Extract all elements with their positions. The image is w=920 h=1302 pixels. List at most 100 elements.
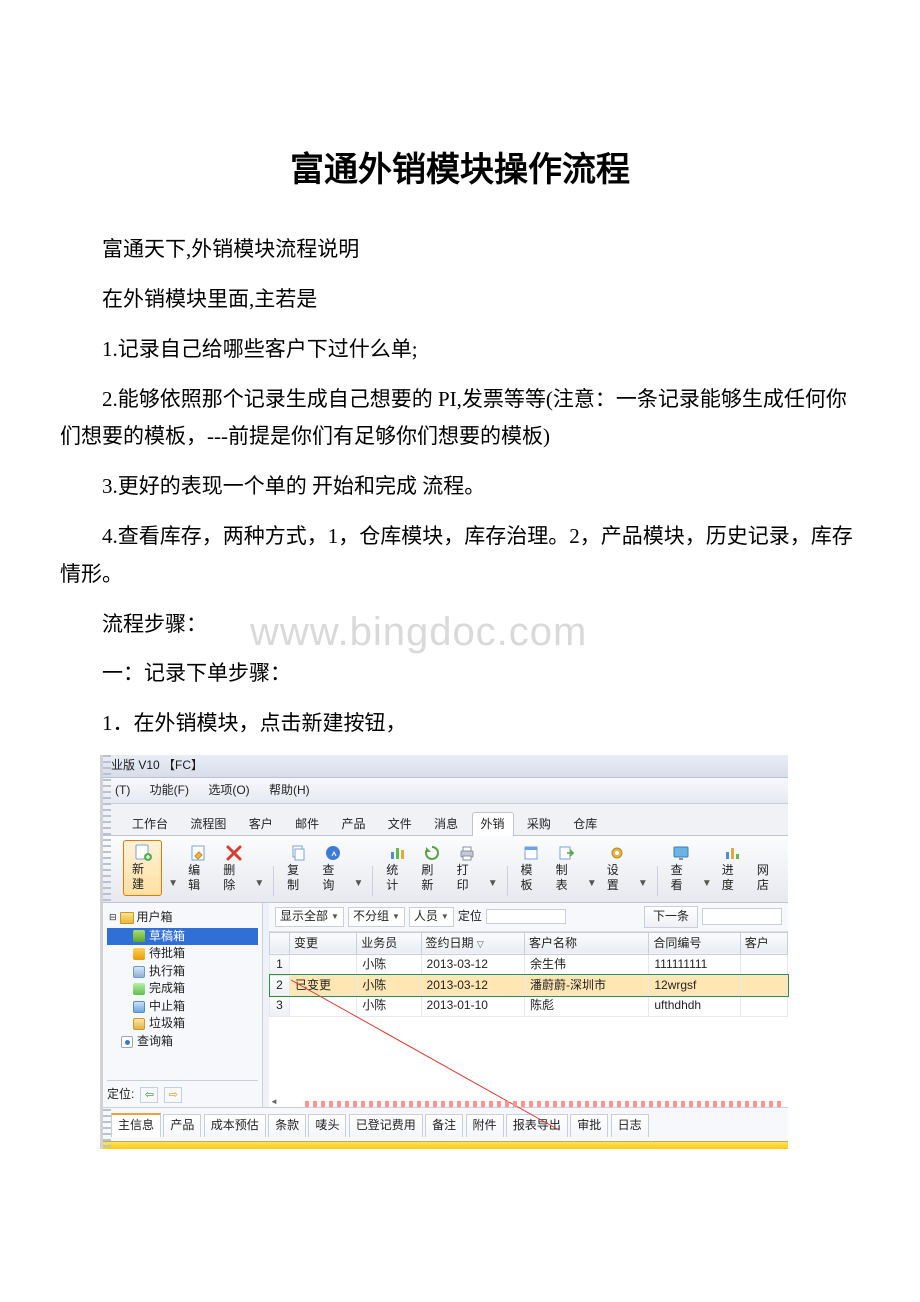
- tab[interactable]: 产品: [332, 812, 374, 836]
- dropdown-icon[interactable]: ▼: [353, 877, 363, 896]
- detail-tab[interactable]: 产品: [163, 1114, 201, 1137]
- menu-item[interactable]: 选项(O): [200, 781, 257, 801]
- tab[interactable]: 采购: [518, 812, 560, 836]
- print-button[interactable]: 打印: [453, 842, 482, 896]
- tab[interactable]: 工作台: [123, 812, 177, 836]
- filter-person[interactable]: 人员▼: [409, 907, 454, 927]
- col-date[interactable]: 签约日期 ▽: [421, 932, 524, 955]
- cell-staff: 小陈: [357, 955, 421, 976]
- delete-button[interactable]: 删除: [219, 842, 248, 896]
- dropdown-icon[interactable]: ▼: [638, 877, 648, 896]
- col-staff[interactable]: 业务员: [357, 932, 421, 955]
- tree-node-exec[interactable]: 执行箱: [107, 963, 258, 981]
- edit-button[interactable]: 编辑: [184, 842, 213, 896]
- col-change[interactable]: 变更: [290, 932, 357, 955]
- cell-staff: 小陈: [357, 996, 421, 1017]
- delete-icon: [225, 844, 243, 862]
- tab[interactable]: 外销: [472, 812, 514, 836]
- detail-tab[interactable]: 报表导出: [506, 1114, 568, 1137]
- refresh-button[interactable]: 刷新: [417, 842, 446, 896]
- rownum: 1: [270, 955, 290, 976]
- next-button[interactable]: ⇨: [164, 1087, 182, 1103]
- prev-button[interactable]: ⇦: [140, 1087, 158, 1103]
- filter-locate-label: 定位: [458, 909, 482, 925]
- view-button[interactable]: 查看: [667, 842, 696, 896]
- progress-button[interactable]: 进度: [718, 842, 747, 896]
- dropdown-icon[interactable]: ▼: [254, 877, 264, 896]
- table-row[interactable]: 3 小陈 2013-01-10 陈彪 ufthdhdh: [270, 996, 788, 1017]
- detail-tab[interactable]: 已登记费用: [349, 1114, 423, 1137]
- new-button[interactable]: 新建: [123, 840, 162, 896]
- data-grid: 变更 业务员 签约日期 ▽ 客户名称 合同编号 客户 1 小陈: [269, 932, 788, 1107]
- dropdown-icon[interactable]: ▼: [702, 877, 712, 896]
- tree-node-done[interactable]: 完成箱: [107, 980, 258, 998]
- filter-showall[interactable]: 显示全部▼: [275, 907, 344, 927]
- table-row[interactable]: 2 已变更 小陈 2013-03-12 潘蔚蔚-深圳市 12wrgsf: [270, 975, 788, 996]
- tree-node-trash[interactable]: 垃圾箱: [107, 1015, 258, 1033]
- menu-item[interactable]: 帮助(H): [261, 781, 318, 801]
- separator: [657, 866, 658, 896]
- search-box[interactable]: [702, 908, 782, 925]
- report-button[interactable]: 制表: [552, 842, 581, 896]
- label: 查看: [671, 863, 692, 894]
- edit-icon: [190, 844, 208, 862]
- tab[interactable]: 流程图: [181, 812, 235, 836]
- tree-node-draft[interactable]: 草稿箱: [107, 928, 258, 946]
- locate-label: 定位:: [107, 1087, 134, 1103]
- label: 完成箱: [149, 981, 185, 997]
- detail-tab[interactable]: 主信息: [111, 1113, 161, 1137]
- status-strip: [103, 1141, 788, 1149]
- resize-handle[interactable]: [305, 1101, 785, 1107]
- col-cust2[interactable]: 客户: [740, 932, 787, 955]
- detail-tab[interactable]: 成本预估: [204, 1114, 266, 1137]
- menu-item[interactable]: (T): [107, 781, 138, 801]
- module-tabs: 工作台 流程图 客户 邮件 产品 文件 消息 外销 采购 仓库: [103, 804, 788, 836]
- detail-tab[interactable]: 日志: [611, 1114, 649, 1137]
- detail-tab[interactable]: 备注: [425, 1114, 463, 1137]
- copy-button[interactable]: 复制: [283, 842, 312, 896]
- query-button[interactable]: 查询: [318, 842, 347, 896]
- menu-item[interactable]: 功能(F): [142, 781, 197, 801]
- tab[interactable]: 仓库: [564, 812, 606, 836]
- col-cust[interactable]: 客户名称: [525, 932, 649, 955]
- tree-node-query[interactable]: 查询箱: [107, 1033, 258, 1051]
- cell-cust: 陈彪: [525, 996, 649, 1017]
- tab[interactable]: 文件: [379, 812, 421, 836]
- tree-node-stop[interactable]: 中止箱: [107, 998, 258, 1016]
- label: 删除: [223, 863, 244, 894]
- copy-icon: [289, 844, 307, 862]
- settings-button[interactable]: 设置: [603, 842, 632, 896]
- dropdown-icon[interactable]: ▼: [488, 877, 498, 896]
- detail-tab[interactable]: 唛头: [308, 1114, 346, 1137]
- next-record-button[interactable]: 下一条: [644, 906, 698, 928]
- filter-group[interactable]: 不分组▼: [348, 907, 405, 927]
- stat-button[interactable]: 统计: [382, 842, 411, 896]
- tab[interactable]: 消息: [425, 812, 467, 836]
- detail-tab[interactable]: 附件: [466, 1114, 504, 1137]
- detail-tab[interactable]: 审批: [570, 1114, 608, 1137]
- tab[interactable]: 客户: [240, 812, 282, 836]
- tree-root[interactable]: ⊟ 用户箱: [107, 908, 258, 928]
- cell-change: 已变更: [290, 975, 357, 996]
- net-button[interactable]: 网店: [753, 842, 782, 896]
- label: 查询: [322, 863, 343, 894]
- box-icon: [133, 983, 145, 995]
- dropdown-icon[interactable]: ▼: [168, 877, 178, 896]
- label: 执行箱: [149, 964, 185, 980]
- col-no[interactable]: 合同编号: [649, 932, 740, 955]
- template-button[interactable]: 模板: [517, 842, 546, 896]
- table-row[interactable]: 1 小陈 2013-03-12 余生伟 111111111: [270, 955, 788, 976]
- separator: [507, 866, 508, 896]
- detail-tab[interactable]: 条款: [268, 1114, 306, 1137]
- cell-no: 12wrgsf: [649, 975, 740, 996]
- tab[interactable]: 邮件: [286, 812, 328, 836]
- dropdown-icon[interactable]: ▼: [587, 877, 597, 896]
- gear-icon: [608, 844, 626, 862]
- para-9: 1．在外销模块，点击新建按钮，: [60, 705, 860, 743]
- label: 新建: [132, 862, 153, 893]
- label: 设置: [607, 863, 628, 894]
- locate-input[interactable]: [486, 909, 566, 924]
- label: 统计: [386, 863, 407, 894]
- tree-node-pending[interactable]: 待批箱: [107, 945, 258, 963]
- scroll-left-icon[interactable]: ◄: [270, 1097, 278, 1107]
